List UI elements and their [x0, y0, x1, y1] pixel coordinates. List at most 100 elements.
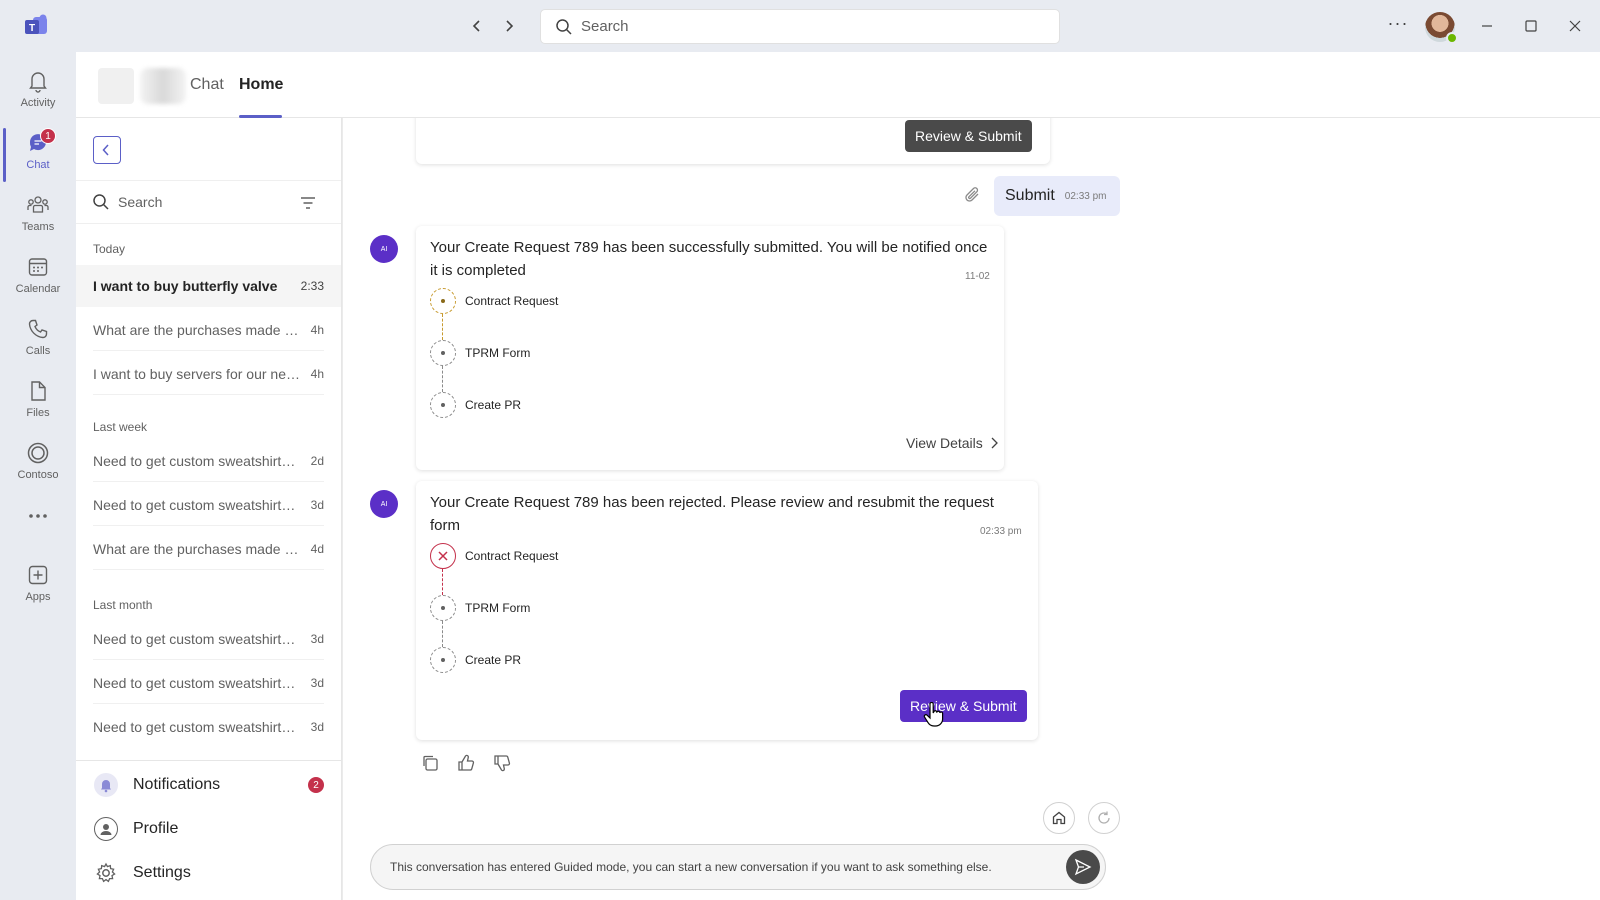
rail-item-activity[interactable]: Activity: [0, 64, 76, 122]
list-item[interactable]: Need to get custom sweatshirts for the t…: [76, 484, 341, 526]
attachment-icon[interactable]: [964, 186, 982, 204]
rail-item-chat[interactable]: 1 Chat: [0, 126, 76, 184]
tab-chat[interactable]: Chat: [190, 76, 224, 94]
message-composer[interactable]: This conversation has entered Guided mod…: [370, 844, 1106, 890]
chat-title: Need to get custom sweatshirts for the t…: [93, 453, 301, 469]
settings-button[interactable]: Settings: [94, 859, 324, 887]
rail-item-calendar[interactable]: Calendar: [0, 250, 76, 308]
back-arrow-icon[interactable]: [465, 14, 489, 38]
chat-time: 4h: [310, 323, 324, 337]
list-item[interactable]: Need to get custom sweatshirts for the t…: [76, 706, 341, 748]
step-contract-request: Contract Request: [430, 288, 558, 314]
refresh-button[interactable]: [1088, 802, 1120, 834]
more-options-icon[interactable]: ···: [1387, 14, 1409, 36]
list-item[interactable]: I want to buy butterfly valve 2:33: [76, 265, 341, 307]
close-icon[interactable]: [1563, 14, 1587, 38]
global-search-input[interactable]: Search: [540, 9, 1060, 44]
search-icon: [93, 194, 109, 210]
chat-time: 3d: [310, 632, 324, 646]
user-message-bubble: Submit 02:33 pm: [994, 176, 1120, 216]
home-icon: [1052, 811, 1066, 825]
chat-time: 2:33: [300, 279, 324, 293]
chat-title: I want to buy butterfly valve: [93, 278, 278, 294]
forward-arrow-icon[interactable]: [497, 14, 521, 38]
conversation-pane: Review & Submit Submit 02:33 pm AI Your …: [343, 118, 1600, 900]
teams-icon: [25, 192, 51, 218]
rail-label: Files: [26, 407, 50, 419]
profile-label: Profile: [133, 820, 179, 837]
rail-item-apps[interactable]: Apps: [0, 558, 76, 616]
chat-time: 3d: [310, 676, 324, 690]
step-pending-icon: [430, 288, 456, 314]
home-button[interactable]: [1043, 802, 1075, 834]
list-item[interactable]: Need to get custom sweatshirts for the t…: [76, 662, 341, 704]
group-label-today: Today: [93, 242, 126, 256]
tab-home[interactable]: Home: [239, 76, 283, 94]
search-icon: [556, 18, 572, 35]
view-details-link[interactable]: View Details: [906, 435, 1001, 451]
list-item[interactable]: Need to get custom sweatshirts for the t…: [76, 440, 341, 482]
rail-item-files[interactable]: Files: [0, 374, 76, 432]
list-item[interactable]: What are the purchases made by my team 4…: [76, 309, 341, 351]
minimize-icon[interactable]: [1475, 14, 1499, 38]
group-label-last-month: Last month: [93, 598, 153, 612]
profile-icon: [94, 817, 118, 841]
step-rejected-icon: [430, 543, 456, 569]
svg-text:T: T: [29, 23, 35, 34]
rail-item-calls[interactable]: Calls: [0, 312, 76, 370]
status-card-rejected: Your Create Request 789 has been rejecte…: [416, 481, 1038, 740]
list-item[interactable]: Need to get custom sweatshirts for the t…: [76, 618, 341, 660]
teams-logo-icon: T: [24, 14, 50, 38]
step-label: Create PR: [465, 398, 522, 412]
rail-label: Activity: [20, 97, 56, 109]
rail-label: Chat: [26, 159, 50, 171]
chat-title: What are the purchases made by my team: [93, 322, 301, 338]
thumbs-up-icon[interactable]: [456, 753, 476, 773]
add-app-icon: [25, 562, 51, 588]
app-name-placeholder: [140, 68, 186, 104]
bot-message-text: Your Create Request 789 has been rejecte…: [430, 494, 994, 534]
presence-available-icon: [1446, 32, 1458, 44]
sidebar-search-input[interactable]: Search: [76, 180, 341, 224]
bot-message-time: 11-02: [965, 271, 990, 282]
calendar-icon: [25, 254, 51, 280]
rail-label: Apps: [25, 591, 51, 603]
sidebar-search-placeholder: Search: [118, 194, 163, 210]
step-tprm-form: TPRM Form: [430, 340, 530, 366]
rail-more-icon[interactable]: [0, 500, 76, 530]
thumbs-down-icon[interactable]: [492, 753, 512, 773]
file-icon: [25, 378, 51, 404]
title-bar: T Search ···: [0, 0, 1600, 52]
composer-text: This conversation has entered Guided mod…: [390, 860, 992, 874]
chat-time: 3d: [310, 498, 324, 512]
user-avatar[interactable]: [1425, 12, 1458, 44]
rail-item-teams[interactable]: Teams: [0, 188, 76, 246]
profile-button[interactable]: Profile: [94, 815, 324, 843]
app-logo-placeholder: [98, 68, 134, 104]
notifications-button[interactable]: Notifications 2: [94, 771, 324, 799]
send-button[interactable]: [1066, 850, 1100, 884]
copy-icon[interactable]: [420, 753, 440, 773]
user-message-text: Submit: [1005, 187, 1055, 204]
chat-title: Need to get custom sweatshirts for the t…: [93, 497, 301, 513]
step-label: TPRM Form: [465, 346, 531, 360]
list-item[interactable]: I want to buy servers for our new office…: [76, 353, 341, 395]
send-icon: [1074, 858, 1092, 876]
step-not-started-icon: [430, 392, 456, 418]
step-not-started-icon: [430, 340, 456, 366]
rail-item-contoso[interactable]: Contoso: [0, 436, 76, 494]
chat-time: 4d: [310, 542, 324, 556]
chat-title: Need to get custom sweatshirts for the t…: [93, 631, 301, 647]
collapse-sidebar-button[interactable]: [93, 136, 121, 164]
filter-icon[interactable]: [299, 194, 317, 212]
step-tprm-form: TPRM Form: [430, 595, 530, 621]
review-submit-button-previous[interactable]: Review & Submit: [905, 120, 1032, 152]
bot-message-time: 02:33 pm: [980, 526, 1022, 537]
step-not-started-icon: [430, 595, 456, 621]
review-submit-button[interactable]: Review & Submit: [900, 690, 1027, 722]
bot-avatar: AI: [370, 235, 398, 263]
maximize-icon[interactable]: [1519, 14, 1543, 38]
list-item[interactable]: What are the purchases made by my team 4…: [76, 528, 341, 570]
bot-message-text: Your Create Request 789 has been success…: [430, 239, 988, 279]
chat-time: 3d: [310, 720, 324, 734]
